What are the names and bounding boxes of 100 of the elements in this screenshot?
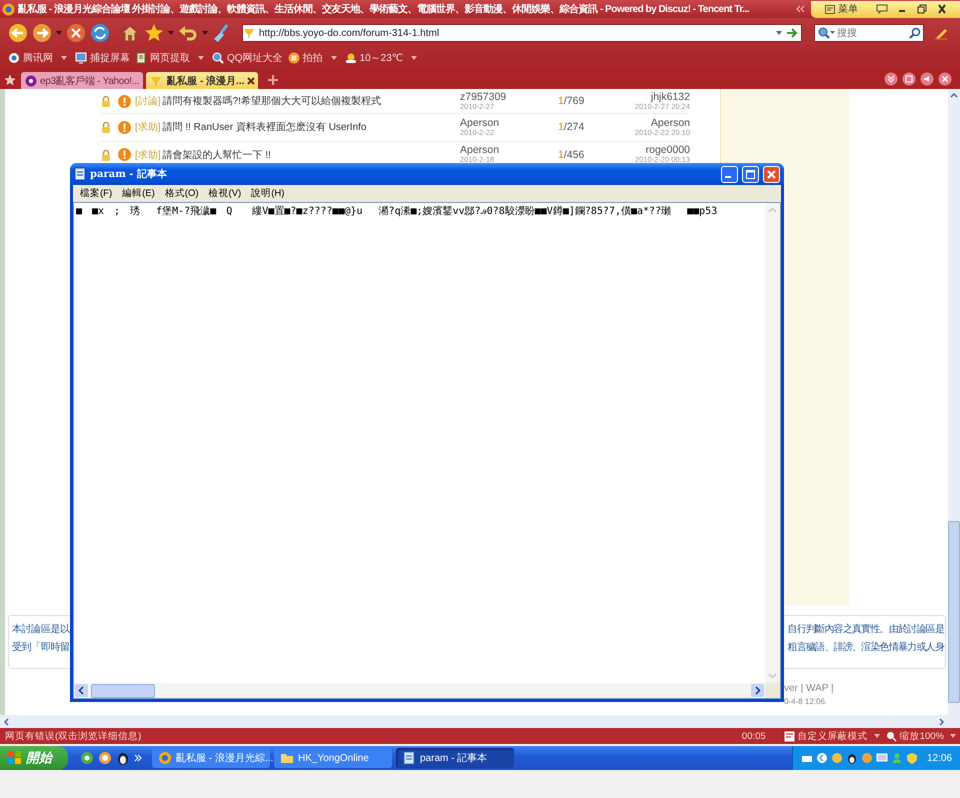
author-name[interactable]: Aperson — [460, 118, 558, 129]
menu-item[interactable]: 編輯(E) — [117, 187, 160, 200]
dropdown-icon[interactable] — [202, 30, 208, 36]
author-name[interactable]: z7957309 — [460, 92, 558, 103]
home-icon[interactable] — [120, 23, 140, 43]
last-poster[interactable]: Aperson — [650, 118, 690, 129]
search-engine-icon[interactable] — [817, 27, 835, 39]
pen-icon[interactable] — [934, 26, 948, 40]
window-icon[interactable] — [902, 72, 916, 86]
maximize-button[interactable] — [742, 166, 759, 182]
menu-item[interactable]: 格式(O) — [160, 187, 204, 200]
link-button[interactable]: 捕捉屏幕 — [75, 51, 130, 65]
monitor-icon[interactable] — [876, 752, 888, 764]
browser-logo-icon — [2, 2, 15, 16]
star-icon[interactable] — [144, 23, 164, 43]
view-count: /456 — [564, 148, 584, 161]
penguin-icon[interactable] — [116, 751, 130, 765]
scroll-thumb[interactable] — [91, 684, 155, 698]
dropdown-icon[interactable] — [198, 55, 204, 61]
expand-icon[interactable] — [816, 752, 828, 764]
audio-icon[interactable] — [920, 72, 934, 86]
status-time: 00:05 — [742, 730, 766, 742]
close-icon — [767, 170, 776, 178]
restore-icon[interactable] — [916, 4, 928, 14]
link-button[interactable]: 腾讯网 — [8, 51, 53, 65]
browser-tab[interactable]: ep3亂客戶端 - Yahoo!... — [21, 72, 144, 89]
window-title: 亂私服 - 浪漫月光綜合論壇 外掛討論、遊戲討論、軟體資訊、生活休閒、交友天地、學術藝文、電腦世界、影音動漫、休閒娛樂、綜合資訊 - Powered by Discuz! - Tencent Tr... — [18, 2, 750, 16]
dropdown-icon[interactable] — [950, 733, 956, 739]
close-icon[interactable] — [247, 76, 256, 84]
block-mode-button[interactable]: 自定义屏蔽模式 — [784, 730, 868, 742]
last-poster[interactable]: jhjk6132 — [650, 92, 690, 103]
thread-title[interactable]: 請問 !! RanUser 資料表裡面怎麽沒有 UserInfo — [162, 122, 366, 134]
windows-logo-icon — [8, 751, 22, 765]
notepad-icon — [402, 751, 416, 765]
new-tab-icon[interactable] — [267, 74, 280, 86]
dropdown-icon[interactable] — [168, 30, 174, 36]
thread-tag: [求助] — [135, 122, 161, 134]
taskbar-button[interactable]: HK_YongOnline — [274, 748, 392, 768]
alert-icon — [118, 120, 131, 134]
go-icon[interactable] — [786, 28, 798, 38]
qq-launch-icon[interactable] — [98, 751, 112, 765]
scroll-right-icon[interactable] — [750, 683, 765, 698]
filter-icon — [784, 730, 795, 742]
scroll-thumb[interactable] — [948, 521, 960, 703]
back-icon[interactable] — [8, 23, 28, 43]
zoom-button[interactable]: 缩放100% — [886, 730, 944, 742]
thread-title[interactable]: 請會架設的人幫忙一下 !! — [162, 150, 271, 161]
link-button[interactable]: 网页提取 — [135, 51, 190, 65]
browser-launch-icon[interactable] — [80, 751, 94, 765]
footer-time: 0-4-8 12:06. — [784, 697, 828, 706]
menu-item[interactable]: 檢視(V) — [204, 187, 246, 200]
chevron-icon[interactable] — [795, 4, 805, 14]
dropdown-icon[interactable] — [330, 55, 337, 61]
taskbar-button[interactable]: param - 記事本 — [396, 748, 514, 768]
qq-icon[interactable] — [846, 752, 858, 764]
search-icon — [212, 52, 224, 64]
refresh-icon[interactable] — [90, 23, 110, 43]
dropdown-icon[interactable] — [56, 30, 62, 36]
close-icon[interactable] — [938, 72, 952, 86]
menu-item[interactable]: 說明(H) — [246, 187, 290, 200]
dropdown-icon[interactable] — [61, 55, 67, 61]
collapse-icon[interactable] — [884, 72, 898, 86]
favorites-icon[interactable] — [4, 74, 16, 86]
notice-text: 本討論區是以 — [12, 622, 70, 636]
address-field[interactable]: http://bbs.yoyo-do.com/forum-314-1.html — [257, 28, 776, 38]
more-icon[interactable] — [134, 753, 142, 763]
status-message: 网页有错误(双击浏览详细信息) — [5, 730, 142, 742]
undo-icon[interactable] — [178, 23, 198, 43]
browser-tab[interactable]: 亂私服 - 浪漫月... — [146, 72, 258, 89]
search-bar[interactable]: 搜搜 — [814, 24, 924, 42]
window-title: param - 記事本 — [90, 168, 168, 181]
taskbar-button[interactable]: 亂私服 - 浪漫月光綜... — [152, 748, 270, 768]
dropdown-icon[interactable] — [776, 30, 782, 36]
minimize-icon — [725, 176, 731, 178]
stop-icon[interactable] — [66, 23, 86, 43]
last-poster[interactable]: roge0000 — [646, 145, 690, 156]
screen-icon — [75, 52, 87, 64]
resize-grip[interactable] — [765, 683, 780, 698]
close-icon[interactable] — [936, 4, 948, 14]
link-button[interactable]: QQ网址大全 — [212, 51, 283, 65]
alert-icon — [118, 94, 131, 108]
search-icon[interactable] — [909, 27, 921, 39]
lock-icon — [100, 95, 112, 107]
dropdown-icon[interactable] — [874, 733, 880, 739]
notice-text: 受到「即時留 — [12, 640, 70, 654]
author-name[interactable]: Aperson — [460, 145, 558, 156]
address-bar[interactable]: http://bbs.yoyo-do.com/forum-314-1.html — [242, 24, 802, 42]
menu-item[interactable]: 檔案(F) — [75, 187, 118, 200]
dropdown-icon[interactable] — [411, 55, 418, 61]
maximize-icon — [746, 170, 755, 178]
link-button[interactable]: 10～23℃ — [344, 51, 404, 65]
feedback-icon[interactable] — [876, 4, 888, 14]
thread-title[interactable]: 請問有複製器嗎?!希望那個大大可以給個複製程式 — [162, 96, 381, 107]
link-button[interactable]: 拍拍 — [288, 51, 323, 65]
scroll-left-icon[interactable] — [74, 683, 89, 698]
shield-icon[interactable] — [906, 752, 918, 764]
minimize-button[interactable] — [721, 166, 738, 182]
forward-icon[interactable] — [32, 23, 52, 43]
close-button[interactable] — [763, 166, 780, 182]
search-field[interactable]: 搜搜 — [835, 28, 909, 38]
